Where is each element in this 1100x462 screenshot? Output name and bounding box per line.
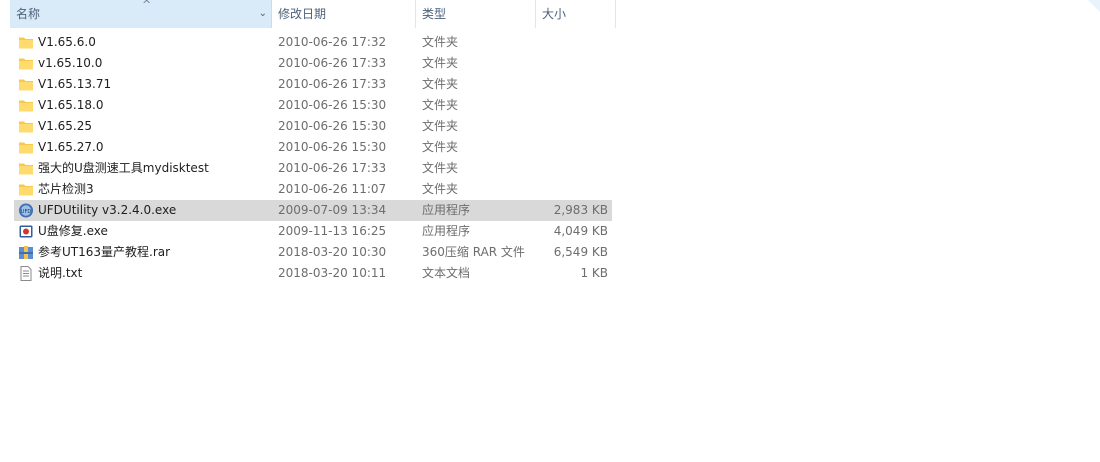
file-row[interactable]: 说明.txt 2018-03-20 10:11 文本文档 1 KB [14, 263, 612, 284]
folder-icon [18, 77, 34, 92]
file-date: 2010-06-26 15:30 [278, 140, 387, 154]
file-row[interactable]: V1.65.6.0 2010-06-26 17:32 文件夹 [14, 32, 612, 53]
file-date: 2009-07-09 13:34 [278, 203, 387, 217]
file-type: 文件夹 [422, 140, 459, 154]
file-row[interactable]: U盘修复.exe 2009-11-13 16:25 应用程序 4,049 KB [14, 221, 612, 242]
file-name: v1.65.10.0 [38, 56, 103, 70]
file-size: 4,049 KB [553, 224, 608, 238]
file-row[interactable]: V1.65.18.0 2010-06-26 15:30 文件夹 [14, 95, 612, 116]
file-name: UFDUtility v3.2.4.0.exe [38, 203, 177, 217]
column-header-name[interactable]: 名称 ^ ⌄ [10, 0, 272, 28]
file-type: 文件夹 [422, 35, 459, 49]
text-file-icon [18, 266, 34, 281]
file-type: 文本文档 [422, 266, 471, 280]
file-date: 2010-06-26 15:30 [278, 98, 387, 112]
column-header-date-label: 修改日期 [278, 7, 327, 21]
file-name: 参考UT163量产教程.rar [38, 245, 171, 259]
column-header-name-label: 名称 [16, 7, 41, 21]
file-date: 2018-03-20 10:11 [278, 266, 387, 280]
folder-icon [18, 119, 34, 134]
file-type: 文件夹 [422, 77, 459, 91]
file-row[interactable]: 强大的U盘测速工具mydisktest 2010-06-26 17:33 文件夹 [14, 158, 612, 179]
file-date: 2009-11-13 16:25 [278, 224, 387, 238]
column-header-type-label: 类型 [422, 7, 447, 21]
file-date: 2010-06-26 11:07 [278, 182, 387, 196]
column-header-date[interactable]: 修改日期 [272, 0, 416, 28]
ufd-app-icon: UFD [18, 203, 34, 218]
file-row[interactable]: 参考UT163量产教程.rar 2018-03-20 10:30 360压缩 RAR… [14, 242, 612, 263]
file-type: 文件夹 [422, 182, 459, 196]
folder-icon [18, 98, 34, 113]
file-date: 2018-03-20 10:30 [278, 245, 387, 259]
column-header-size-label: 大小 [542, 7, 567, 21]
file-list: V1.65.6.0 2010-06-26 17:32 文件夹 v1.65.10.0 20… [14, 32, 612, 284]
file-type: 360压缩 RAR 文件 [422, 245, 525, 259]
column-header: 名称 ^ ⌄ 修改日期 类型 大小 [0, 0, 616, 28]
file-date: 2010-06-26 17:33 [278, 77, 387, 91]
folder-icon [18, 35, 34, 50]
file-row[interactable]: V1.65.25 2010-06-26 15:30 文件夹 [14, 116, 612, 137]
file-date: 2010-06-26 17:33 [278, 161, 387, 175]
file-row[interactable]: 芯片检测3 2010-06-26 11:07 文件夹 [14, 179, 612, 200]
file-name: V1.65.25 [38, 119, 93, 133]
file-row[interactable]: v1.65.10.0 2010-06-26 17:33 文件夹 [14, 53, 612, 74]
folder-icon [18, 161, 34, 176]
file-date: 2010-06-26 17:32 [278, 35, 387, 49]
file-row[interactable]: V1.65.27.0 2010-06-26 15:30 文件夹 [14, 137, 612, 158]
file-name: 强大的U盘测速工具mydisktest [38, 161, 209, 175]
file-size: 2,983 KB [553, 203, 608, 217]
file-row[interactable]: UFD UFDUtility v3.2.4.0.exe 2009-07-09 13:… [14, 200, 612, 221]
folder-icon [18, 182, 34, 197]
file-name: 说明.txt [38, 266, 83, 280]
folder-icon [18, 56, 34, 71]
file-size: 6,549 KB [553, 245, 608, 259]
column-header-type[interactable]: 类型 [416, 0, 536, 28]
file-name: V1.65.18.0 [38, 98, 104, 112]
file-name: 芯片检测3 [38, 182, 94, 196]
file-date: 2010-06-26 15:30 [278, 119, 387, 133]
file-type: 应用程序 [422, 224, 471, 238]
column-header-size[interactable]: 大小 [536, 0, 616, 28]
file-type: 文件夹 [422, 161, 459, 175]
sort-ascending-icon: ^ [142, 0, 152, 11]
repair-app-icon [18, 224, 34, 239]
file-date: 2010-06-26 17:33 [278, 56, 387, 70]
file-name: V1.65.13.71 [38, 77, 112, 91]
file-type: 文件夹 [422, 119, 459, 133]
corner-decoration [1088, 0, 1100, 12]
file-type: 文件夹 [422, 56, 459, 70]
file-name: V1.65.6.0 [38, 35, 96, 49]
file-row[interactable]: V1.65.13.71 2010-06-26 17:33 文件夹 [14, 74, 612, 95]
rar-archive-icon [18, 245, 34, 260]
file-type: 文件夹 [422, 98, 459, 112]
file-name: U盘修复.exe [38, 224, 108, 238]
file-type: 应用程序 [422, 203, 471, 217]
svg-text:UFD: UFD [21, 209, 32, 215]
file-size: 1 KB [580, 266, 608, 280]
chevron-down-icon[interactable]: ⌄ [259, 0, 267, 28]
file-name: V1.65.27.0 [38, 140, 104, 154]
folder-icon [18, 140, 34, 155]
